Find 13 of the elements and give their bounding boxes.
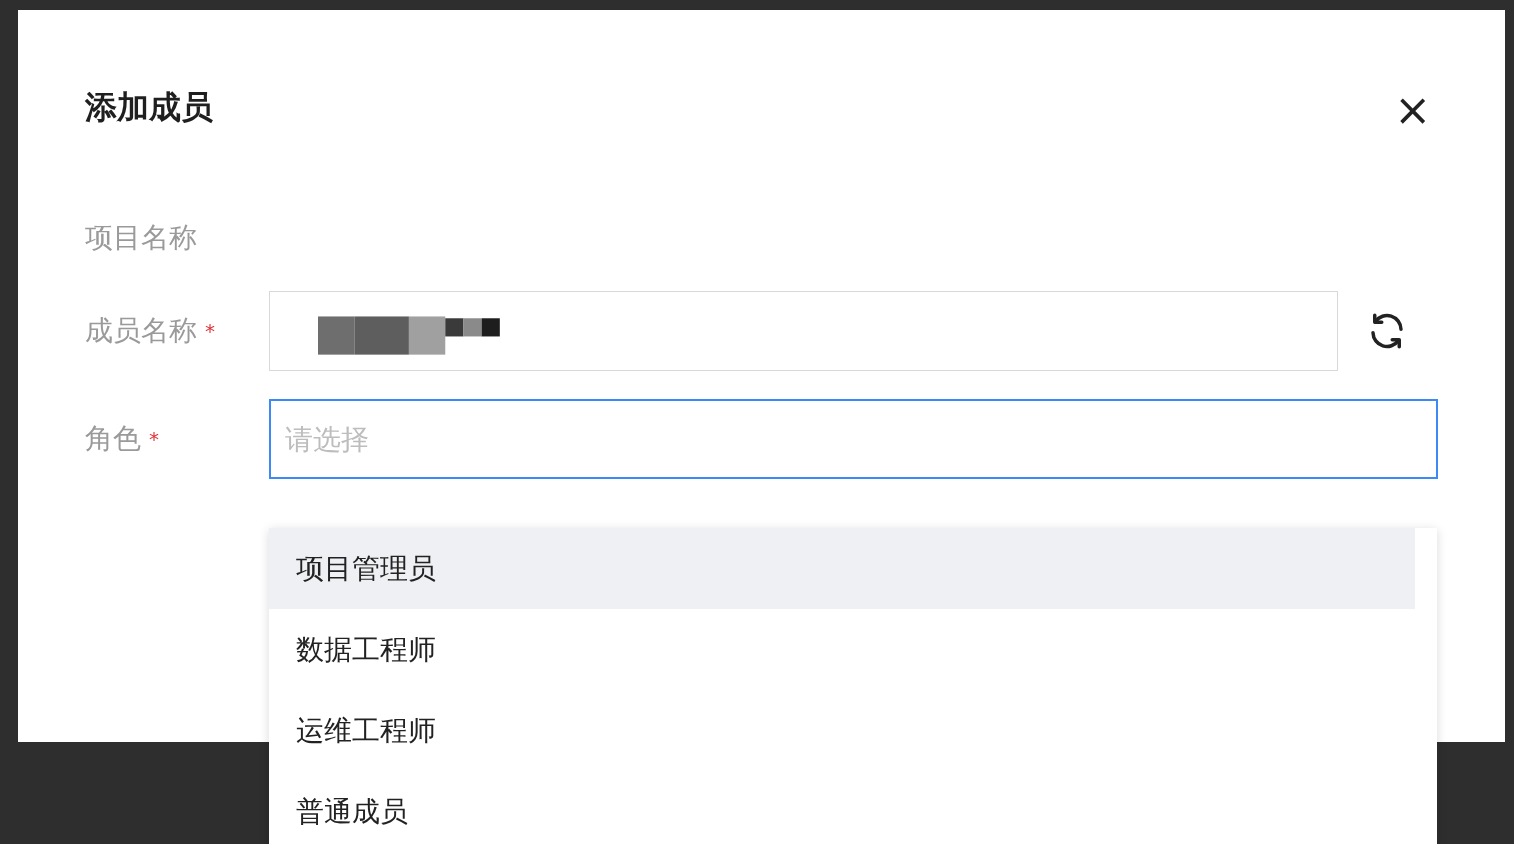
role-option[interactable]: 运维工程师: [269, 690, 1415, 771]
field-label: 项目名称: [85, 220, 197, 257]
close-button[interactable]: ×: [1390, 88, 1435, 132]
role-option[interactable]: 普通成员: [269, 771, 1415, 844]
role-option[interactable]: 数据工程师: [269, 609, 1415, 690]
role-select[interactable]: 请选择: [269, 399, 1438, 480]
member-name-field[interactable]: [269, 291, 1338, 372]
dialog-title: 添加成员: [85, 90, 213, 126]
required-mark: *: [205, 318, 215, 346]
role-option[interactable]: 项目管理员: [269, 528, 1415, 609]
field-label: 成员名称: [85, 313, 197, 350]
field-label: 角色: [85, 421, 141, 458]
required-mark: *: [149, 426, 159, 454]
